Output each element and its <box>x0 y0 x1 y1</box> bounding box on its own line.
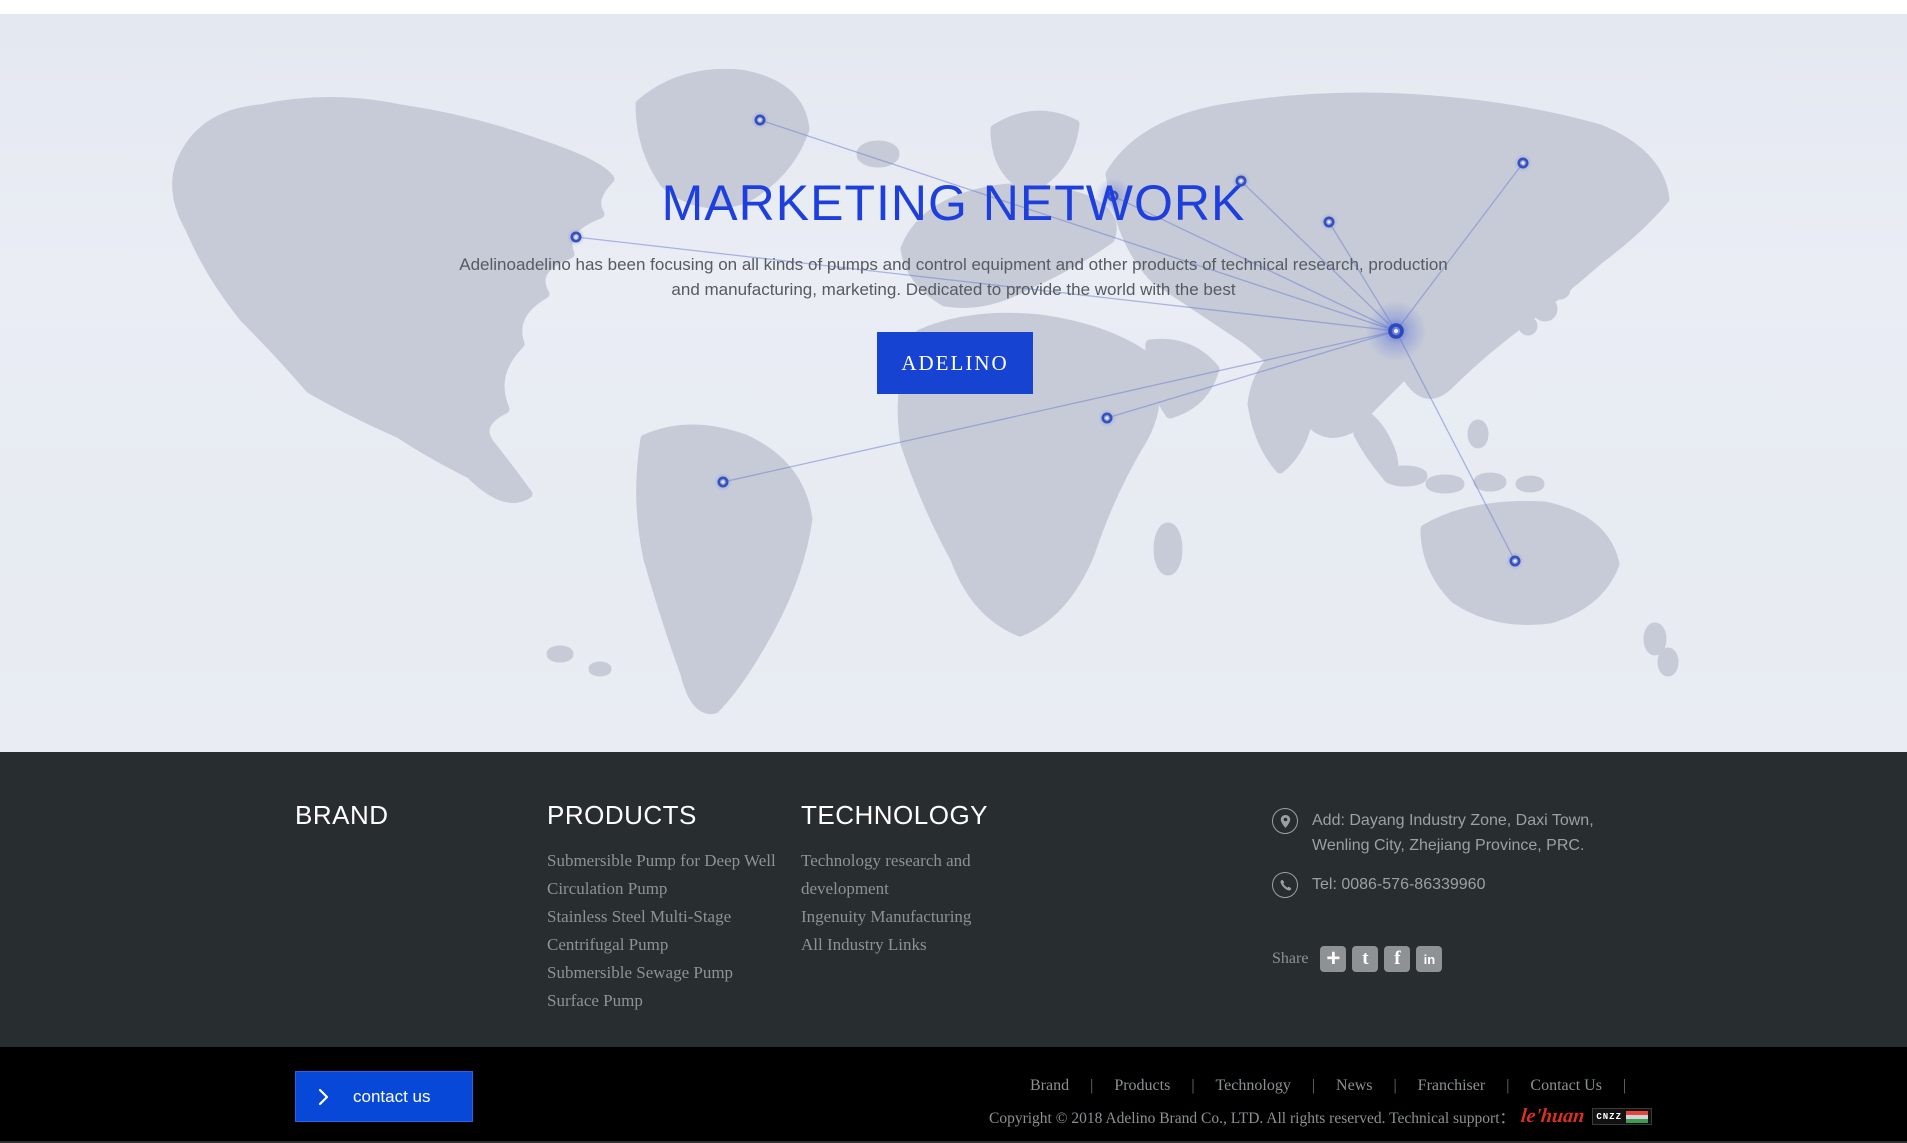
footer-link-product[interactable]: Submersible Pump for Deep Well <box>547 847 787 875</box>
address-row: Add: Dayang Industry Zone, Daxi Town, We… <box>1272 808 1672 858</box>
location-pin-icon <box>1272 808 1298 834</box>
footer-column-products: PRODUCTS Submersible Pump for Deep Well … <box>547 800 787 1015</box>
hero-subtitle-line2: and manufacturing, marketing. Dedicated … <box>0 277 1907 302</box>
footer-column-brand: BRAND <box>295 800 389 847</box>
marketing-network-section: MARKETING NETWORK Adelinoadelino has bee… <box>0 14 1907 752</box>
tel-text: Tel: 0086-576-86339960 <box>1312 872 1485 897</box>
contact-us-button[interactable]: contact us <box>295 1071 473 1122</box>
footer-link-product[interactable]: Surface Pump <box>547 987 787 1015</box>
hero-subtitle-line1: Adelinoadelino has been focusing on all … <box>0 252 1907 277</box>
page: MARKETING NETWORK Adelinoadelino has bee… <box>0 0 1907 1143</box>
lehuan-logo[interactable]: le'huan <box>1520 1105 1586 1128</box>
page-title: MARKETING NETWORK <box>0 174 1907 232</box>
footer-link-product[interactable]: Circulation Pump <box>547 875 787 903</box>
cnzz-label: CNZZ <box>1596 1112 1622 1122</box>
nav-separator: | <box>1393 1077 1396 1095</box>
nav-franchiser[interactable]: Franchiser <box>1418 1077 1486 1095</box>
linkedin-icon[interactable]: in <box>1416 946 1442 972</box>
chevron-right-icon <box>318 1088 329 1106</box>
nav-separator: | <box>1623 1077 1626 1095</box>
footer-link-product[interactable]: Stainless Steel Multi-Stage Centrifugal … <box>547 903 787 959</box>
footer-column-technology: TECHNOLOGY Technology research and devel… <box>801 800 1061 959</box>
nav-contact-us[interactable]: Contact Us <box>1530 1077 1602 1095</box>
nav-brand[interactable]: Brand <box>1030 1077 1069 1095</box>
footer-link-technology[interactable]: Ingenuity Manufacturing <box>801 903 1061 931</box>
address-line2: Wenling City, Zhejiang Province, PRC. <box>1312 833 1594 858</box>
brand-heading: BRAND <box>295 800 389 831</box>
footer-link-product[interactable]: Submersible Sewage Pump <box>547 959 787 987</box>
footer-link-technology[interactable]: All Industry Links <box>801 931 1061 959</box>
address-line1: Add: Dayang Industry Zone, Daxi Town, <box>1312 808 1594 833</box>
nav-separator: | <box>1191 1077 1194 1095</box>
copyright-row: Copyright © 2018 Adelino Brand Co., LTD.… <box>989 1105 1652 1128</box>
bottom-nav: Brand | Products | Technology | News | F… <box>1030 1077 1647 1095</box>
adelino-button[interactable]: ADELINO <box>877 332 1033 394</box>
nav-separator: | <box>1506 1077 1509 1095</box>
tel-row: Tel: 0086-576-86339960 <box>1272 872 1672 898</box>
nav-products[interactable]: Products <box>1114 1077 1170 1095</box>
facebook-icon[interactable]: f <box>1384 946 1410 972</box>
share-row: Share + t f in <box>1272 946 1672 972</box>
twitter-icon[interactable]: t <box>1352 946 1378 972</box>
cnzz-badge[interactable]: CNZZ <box>1592 1108 1652 1125</box>
footer-contact-info: Add: Dayang Industry Zone, Daxi Town, We… <box>1272 808 1672 972</box>
share-label: Share <box>1272 950 1308 968</box>
nav-technology[interactable]: Technology <box>1216 1077 1291 1095</box>
phone-icon <box>1272 872 1298 898</box>
share-more-icon[interactable]: + <box>1320 946 1346 972</box>
footer-link-technology[interactable]: Technology research and development <box>801 847 1061 903</box>
hero-subtitle: Adelinoadelino has been focusing on all … <box>0 252 1907 302</box>
footer: BRAND PRODUCTS Submersible Pump for Deep… <box>0 752 1907 1047</box>
products-heading: PRODUCTS <box>547 800 787 831</box>
technology-heading: TECHNOLOGY <box>801 800 1061 831</box>
cnzz-stripes-icon <box>1626 1111 1648 1123</box>
contact-us-label: contact us <box>353 1087 431 1107</box>
copyright-text: Copyright © 2018 Adelino Brand Co., LTD.… <box>989 1106 1515 1128</box>
address-text: Add: Dayang Industry Zone, Daxi Town, We… <box>1312 808 1594 858</box>
nav-separator: | <box>1312 1077 1315 1095</box>
nav-news[interactable]: News <box>1336 1077 1372 1095</box>
nav-separator: | <box>1090 1077 1093 1095</box>
bottom-bar: contact us Brand | Products | Technology… <box>0 1047 1907 1143</box>
